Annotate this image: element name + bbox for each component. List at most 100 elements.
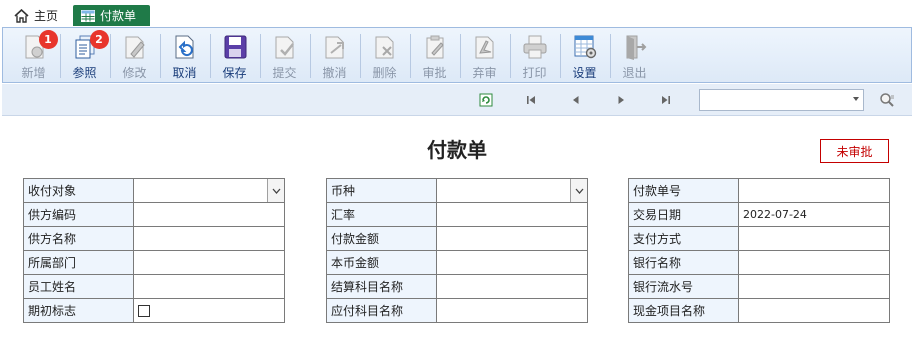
currency-select[interactable] — [436, 178, 588, 203]
tab-home[interactable]: 主页 — [6, 5, 66, 26]
field-label: 汇率 — [326, 202, 437, 227]
reference-badge: 2 — [89, 30, 109, 49]
dropdown-button[interactable] — [267, 179, 284, 202]
field-label: 员工姓名 — [23, 274, 134, 299]
transaction-date-field[interactable]: 2022-07-24 — [738, 202, 890, 227]
undo-icon — [171, 33, 199, 61]
exchange-rate-field[interactable] — [436, 202, 588, 227]
employee-name-field[interactable] — [133, 274, 285, 299]
payment-method-field[interactable] — [738, 226, 890, 251]
field-label: 收付对象 — [23, 178, 134, 203]
form-left-table: 收付对象 供方编码 供方名称 所属部门 员工姓名 期初标志 — [23, 178, 285, 323]
exit-button[interactable]: 退出 — [610, 28, 659, 82]
opening-flag-cell — [133, 298, 285, 323]
form-row: 交易日期 2022-07-24 — [628, 202, 890, 227]
approve-button[interactable]: 审批 — [410, 28, 459, 82]
payment-amount-field[interactable] — [436, 226, 588, 251]
page-title: 付款单 — [427, 138, 487, 162]
field-label: 银行流水号 — [628, 274, 739, 299]
record-navigation-bar — [2, 84, 912, 116]
field-label: 所属部门 — [23, 250, 134, 275]
form-row: 汇率 — [326, 202, 588, 227]
add-badge: 1 — [38, 30, 58, 49]
chevron-down-icon — [575, 188, 583, 194]
form-row: 现金项目名称 — [628, 298, 890, 323]
field-label: 应付科目名称 — [326, 298, 437, 323]
last-record-button[interactable] — [658, 92, 674, 108]
refresh-button[interactable] — [478, 92, 494, 108]
search-button[interactable] — [879, 92, 895, 108]
form-row: 供方编码 — [23, 202, 285, 227]
withdraw-icon — [321, 33, 349, 61]
form-row: 银行流水号 — [628, 274, 890, 299]
add-label: 新增 — [21, 66, 46, 80]
bank-serial-field[interactable] — [738, 274, 890, 299]
opening-flag-checkbox[interactable] — [138, 305, 150, 317]
save-icon — [221, 33, 249, 61]
form-row: 支付方式 — [628, 226, 890, 251]
withdraw-button[interactable]: 撤消 — [310, 28, 359, 82]
settlement-account-field[interactable] — [436, 274, 588, 299]
form-row: 所属部门 — [23, 250, 285, 275]
toolbar: 1 新增 2 参照 修改 取消 保存 提交 撤消 删除 审批 弃审 打印 设置 … — [2, 27, 912, 83]
tab-payment-voucher[interactable]: 付款单 — [73, 5, 150, 26]
cancel-button[interactable]: 取消 — [160, 28, 209, 82]
unapprove-button[interactable]: 弃审 — [460, 28, 509, 82]
local-amount-field[interactable] — [436, 250, 588, 275]
edit-button[interactable]: 修改 — [110, 28, 159, 82]
reference-button[interactable]: 2 参照 — [60, 28, 109, 82]
field-label: 本币金额 — [326, 250, 437, 275]
payment-number-field[interactable] — [738, 178, 890, 203]
tab-bar: 主页 付款单 — [0, 0, 914, 26]
field-label: 供方编码 — [23, 202, 134, 227]
settings-button[interactable]: 设置 — [560, 28, 609, 82]
withdraw-label: 撤消 — [322, 66, 347, 80]
submit-label: 提交 — [272, 66, 297, 80]
field-label: 支付方式 — [628, 226, 739, 251]
first-icon — [527, 96, 535, 104]
payable-account-field[interactable] — [436, 298, 588, 323]
field-label: 结算科目名称 — [326, 274, 437, 299]
submit-button[interactable]: 提交 — [260, 28, 309, 82]
field-label: 交易日期 — [628, 202, 739, 227]
form-row: 员工姓名 — [23, 274, 285, 299]
edit-icon — [121, 33, 149, 61]
department-field[interactable] — [133, 250, 285, 275]
next-icon — [618, 96, 624, 104]
previous-icon — [573, 96, 579, 104]
record-search-select[interactable] — [699, 89, 864, 111]
payee-object-select[interactable] — [133, 178, 285, 203]
delete-button[interactable]: 删除 — [360, 28, 409, 82]
previous-record-button[interactable] — [568, 92, 584, 108]
form-row: 结算科目名称 — [326, 274, 588, 299]
delete-icon — [371, 33, 399, 61]
field-label: 供方名称 — [23, 226, 134, 251]
chevron-down-icon — [853, 97, 859, 101]
settings-icon — [571, 33, 599, 61]
chevron-down-icon — [272, 188, 280, 194]
first-record-button[interactable] — [523, 92, 539, 108]
form-row: 本币金额 — [326, 250, 588, 275]
save-label: 保存 — [222, 66, 247, 80]
form-row: 币种 — [326, 178, 588, 203]
add-icon: 1 — [20, 30, 58, 61]
cancel-label: 取消 — [172, 66, 197, 80]
printer-icon — [521, 33, 549, 61]
add-button[interactable]: 1 新增 — [9, 28, 58, 82]
reference-label: 参照 — [72, 66, 97, 80]
tab-home-label: 主页 — [34, 9, 59, 23]
supplier-code-field[interactable] — [133, 202, 285, 227]
exit-label: 退出 — [622, 66, 647, 80]
bank-name-field[interactable] — [738, 250, 890, 275]
supplier-name-field[interactable] — [133, 226, 285, 251]
save-button[interactable]: 保存 — [210, 28, 259, 82]
approve-icon — [421, 33, 449, 61]
print-button[interactable]: 打印 — [510, 28, 559, 82]
next-record-button[interactable] — [613, 92, 629, 108]
field-label: 币种 — [326, 178, 437, 203]
form-row: 银行名称 — [628, 250, 890, 275]
tab-active-label: 付款单 — [100, 9, 137, 23]
cash-item-field[interactable] — [738, 298, 890, 323]
dropdown-button[interactable] — [570, 179, 587, 202]
unapprove-label: 弃审 — [472, 66, 497, 80]
